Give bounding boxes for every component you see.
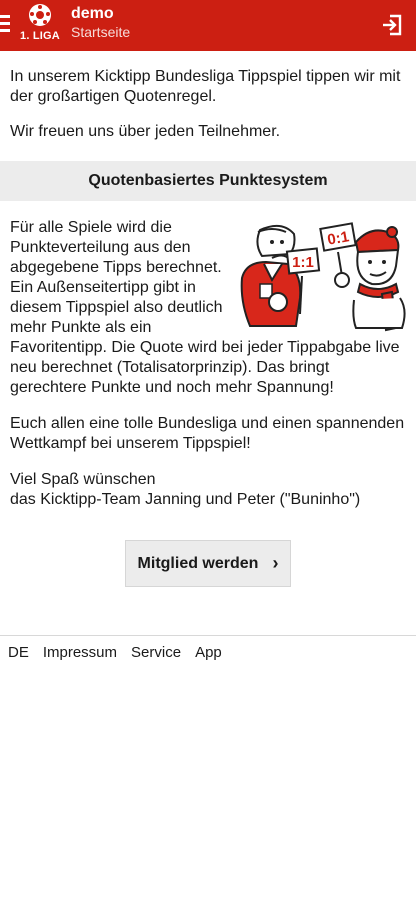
right-fan-figure	[352, 226, 406, 332]
app-header: 1. LIGA demo Startseite	[0, 0, 416, 51]
welcome-paragraph: Wir freuen uns über jeden Teilnehmer.	[10, 123, 281, 140]
left-fan-figure	[240, 224, 302, 327]
chevron-right-icon: ›	[272, 553, 279, 573]
greeting-line-1: Viel Spaß wünschen	[10, 471, 156, 488]
logo-text: 1. LIGA	[20, 30, 60, 42]
fans-illustration: 1:1 0:1	[240, 222, 406, 332]
login-icon[interactable]	[380, 13, 404, 37]
wishes-paragraph: Euch allen eine tolle Bundesliga und ein…	[10, 415, 405, 452]
title-block: demo Startseite	[71, 5, 130, 41]
cta-wrapper: Mitglied werden ›	[0, 540, 416, 587]
footer-link-language[interactable]: DE	[8, 644, 29, 661]
bundesliga-logo[interactable]: 1. LIGA	[19, 4, 61, 48]
points-system-section: 1:1 0:1 Für alle Spiele wird die Punktev…	[0, 201, 416, 510]
app-title: demo	[71, 5, 114, 22]
intro-section: In unserem Kicktipp Bundesliga Tippspiel…	[0, 51, 416, 142]
sign-left-score: 1:1	[292, 254, 314, 271]
greeting-line-2: das Kicktipp-Team Janning und Peter ("Bu…	[10, 491, 361, 508]
intro-paragraph: In unserem Kicktipp Bundesliga Tippspiel…	[10, 68, 401, 105]
greeting-paragraph: Viel Spaß wünschen das Kicktipp-Team Jan…	[10, 470, 406, 510]
footer-link-app[interactable]: App	[195, 644, 222, 661]
become-member-button[interactable]: Mitglied werden ›	[125, 540, 291, 587]
footer-link-impressum[interactable]: Impressum	[43, 644, 117, 661]
footer-link-service[interactable]: Service	[131, 644, 181, 661]
section-heading: Quotenbasiertes Punktesystem	[0, 161, 416, 201]
bundesliga-ball-icon	[29, 4, 51, 26]
hamburger-icon[interactable]	[0, 15, 10, 33]
page-subtitle: Startseite	[71, 24, 131, 40]
become-member-label: Mitglied werden	[137, 554, 259, 572]
footer-nav: DE Impressum Service App	[0, 635, 416, 661]
